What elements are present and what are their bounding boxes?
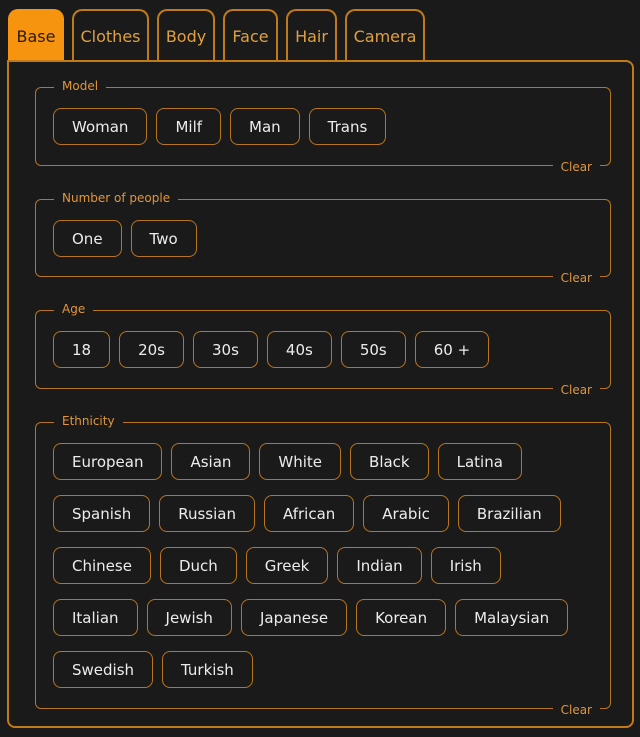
tab-body[interactable]: Body <box>157 9 215 61</box>
ethnicity-option-button[interactable]: Turkish <box>162 651 253 688</box>
ethnicity-option-button[interactable]: Brazilian <box>457 495 561 532</box>
tab-face[interactable]: Face <box>223 9 278 61</box>
ethnicity-option-button[interactable]: Greek <box>245 547 329 584</box>
ethnicity-section: Ethnicity European Asian White Black Latina S… <box>35 414 611 717</box>
ethnicity-option-button[interactable]: African <box>264 495 355 532</box>
ethnicity-option-button[interactable]: Spanish <box>53 495 151 532</box>
ethnicity-option-button[interactable]: Jewish <box>146 599 232 636</box>
people-clear-button[interactable]: Clear <box>552 271 600 285</box>
people-option-button[interactable]: Two <box>130 220 197 257</box>
age-section: Age 18 20s 30s 40s 50s 60 + Clear <box>35 302 611 397</box>
model-options: Woman Milf Man Trans <box>53 108 593 145</box>
age-option-button[interactable]: 18 <box>53 331 111 368</box>
people-options: One Two <box>53 220 593 257</box>
model-clear-button[interactable]: Clear <box>552 160 600 174</box>
ethnicity-option-button[interactable]: Latina <box>437 443 522 480</box>
model-option-button[interactable]: Woman <box>53 108 148 145</box>
tab-clothes[interactable]: Clothes <box>72 9 149 61</box>
ethnicity-option-button[interactable]: Japanese <box>240 599 348 636</box>
ethnicity-option-button[interactable]: Arabic <box>363 495 449 532</box>
people-section: Number of people One Two Clear <box>35 191 611 285</box>
model-option-button[interactable]: Milf <box>156 108 222 145</box>
people-option-button[interactable]: One <box>53 220 122 257</box>
ethnicity-option-button[interactable]: European <box>53 443 163 480</box>
ethnicity-legend: Ethnicity <box>54 414 123 428</box>
ethnicity-option-button[interactable]: Italian <box>53 599 138 636</box>
ethnicity-clear-button[interactable]: Clear <box>552 703 600 717</box>
model-option-button[interactable]: Trans <box>308 108 387 145</box>
tab-base[interactable]: Base <box>8 9 64 61</box>
tab-camera[interactable]: Camera <box>345 9 425 61</box>
ethnicity-option-button[interactable]: Irish <box>430 547 501 584</box>
ethnicity-options: European Asian White Black Latina Spanish Russ… <box>53 443 593 688</box>
tab-bar: Base Clothes Body Face Hair Camera <box>8 9 425 61</box>
ethnicity-option-button[interactable]: Duch <box>159 547 237 584</box>
ethnicity-option-button[interactable]: Swedish <box>53 651 154 688</box>
ethnicity-option-button[interactable]: White <box>259 443 342 480</box>
people-legend: Number of people <box>54 191 179 205</box>
ethnicity-option-button[interactable]: Black <box>350 443 429 480</box>
ethnicity-option-button[interactable]: Asian <box>171 443 251 480</box>
age-option-button[interactable]: 50s <box>340 331 406 368</box>
base-panel: Model Woman Milf Man Trans Clear Number of … <box>7 60 634 728</box>
tab-hair[interactable]: Hair <box>286 9 337 61</box>
age-options: 18 20s 30s 40s 50s 60 + <box>53 331 593 368</box>
model-legend: Model <box>54 79 107 93</box>
age-option-button[interactable]: 20s <box>119 331 184 368</box>
age-option-button[interactable]: 40s <box>266 331 332 368</box>
model-option-button[interactable]: Man <box>230 108 300 145</box>
age-legend: Age <box>54 302 94 316</box>
ethnicity-option-button[interactable]: Russian <box>159 495 255 532</box>
ethnicity-option-button[interactable]: Malaysian <box>455 599 569 636</box>
ethnicity-option-button[interactable]: Indian <box>337 547 422 584</box>
age-option-button[interactable]: 30s <box>193 331 258 368</box>
age-clear-button[interactable]: Clear <box>552 383 600 397</box>
model-section: Model Woman Milf Man Trans Clear <box>35 79 611 174</box>
age-option-button[interactable]: 60 + <box>414 331 490 368</box>
ethnicity-option-button[interactable]: Korean <box>356 599 447 636</box>
ethnicity-option-button[interactable]: Chinese <box>53 547 151 584</box>
